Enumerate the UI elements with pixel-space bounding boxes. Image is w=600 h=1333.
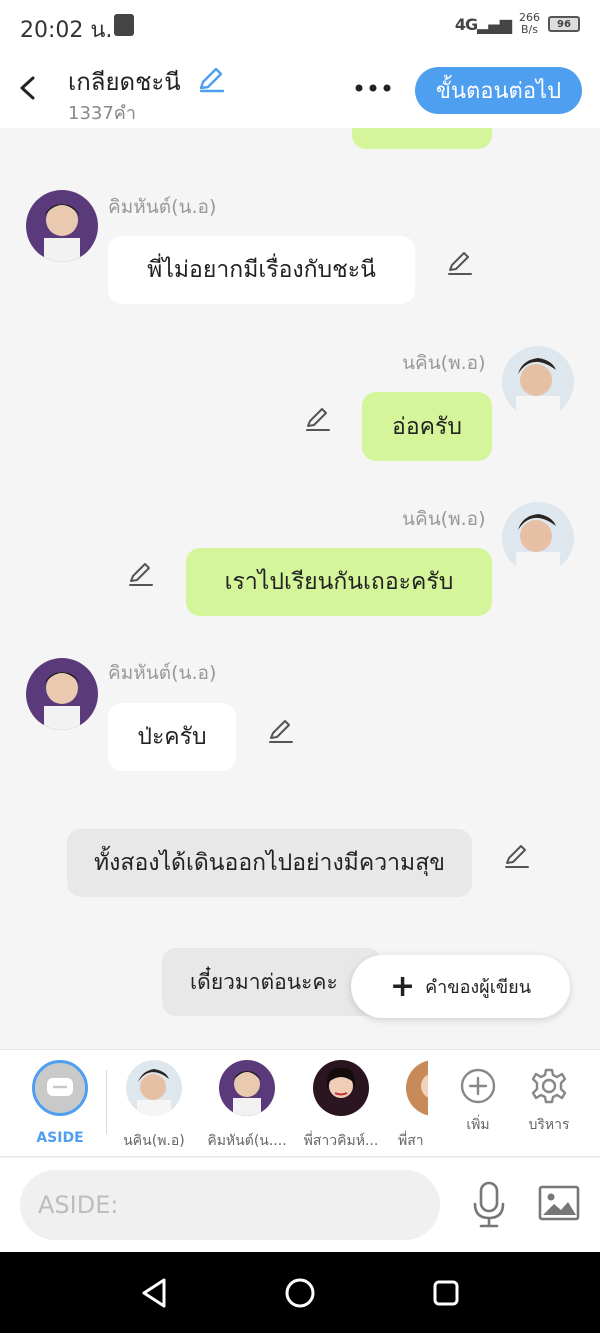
character-label: คิมหันต์(น.... — [207, 1133, 287, 1149]
status-right: 4G▂▄▆ 266 B/s 96 — [455, 12, 580, 36]
author-note-label: คำของผู้เขียน — [425, 977, 532, 998]
avatar-nakin[interactable] — [502, 346, 574, 418]
divider — [106, 1070, 107, 1134]
gear-icon — [531, 1068, 567, 1104]
manage-button[interactable]: บริหาร — [524, 1060, 574, 1136]
pencil-icon[interactable] — [502, 841, 532, 871]
previous-message-bubble[interactable] — [352, 128, 492, 149]
system-nav-bar — [0, 1252, 600, 1333]
pencil-icon[interactable] — [126, 559, 156, 589]
sender-name: คิมหันต์(น.อ) — [108, 196, 217, 218]
microphone-icon[interactable] — [470, 1180, 508, 1230]
character-label: นคิน(พ.อ) — [123, 1133, 185, 1149]
signal-indicator: 4G▂▄▆ — [454, 14, 512, 34]
sender-name: นคิน(พ.อ) — [402, 352, 486, 374]
word-count: 1337คำ — [68, 103, 136, 124]
avatar-kimhan[interactable] — [26, 658, 98, 730]
more-dots-icon[interactable] — [352, 78, 396, 98]
story-title: เกลียดชะนี — [68, 68, 181, 96]
status-time: 20:02 น. — [20, 18, 113, 43]
pencil-icon[interactable] — [303, 404, 333, 434]
pencil-icon[interactable] — [266, 716, 296, 746]
network-speed: 266 B/s — [519, 11, 540, 36]
plus-icon: + — [389, 968, 416, 1004]
character-bar: ASIDE นคิน(พ.อ) คิมหันต์(น.... พี่สาวคิม… — [0, 1049, 600, 1157]
add-label: เพิ่ม — [466, 1117, 490, 1133]
nav-home-icon[interactable] — [284, 1277, 316, 1309]
sender-name: คิมหันต์(น.อ) — [108, 662, 217, 684]
pencil-icon[interactable] — [196, 64, 226, 94]
aside-label: ASIDE — [36, 1130, 84, 1146]
add-circle-icon — [460, 1068, 496, 1104]
battery-indicator: 96 — [548, 16, 580, 32]
message-bubble[interactable]: ป่ะครับ — [108, 703, 236, 771]
sender-name: นคิน(พ.อ) — [402, 508, 486, 530]
avatar-nakin[interactable] — [502, 502, 574, 574]
character-label: พี่สา — [398, 1133, 424, 1149]
back-arrow-icon[interactable] — [14, 70, 42, 106]
character-item-sister[interactable]: พี่สาวคิมห์... — [296, 1060, 386, 1152]
character-label: พี่สาวคิมห์... — [303, 1133, 379, 1149]
narration-bubble[interactable]: เดี๋ยวมาต่อนะคะ — [162, 948, 382, 1016]
author-note-button[interactable]: + คำของผู้เขียน — [351, 955, 570, 1018]
character-item-sister2[interactable]: พี่สา — [398, 1060, 428, 1152]
chat-area[interactable]: คิมหันต์(น.อ) พี่ไม่อยากมีเรื่องกับชะนี … — [0, 128, 600, 1049]
avatar — [313, 1060, 369, 1116]
nav-recent-icon[interactable] — [432, 1279, 460, 1307]
message-bubble[interactable]: พี่ไม่อยากมีเรื่องกับชะนี — [108, 236, 415, 304]
message-input[interactable] — [20, 1170, 440, 1240]
app-notification-icon — [114, 14, 134, 36]
manage-label: บริหาร — [528, 1117, 570, 1133]
narration-bubble[interactable]: ทั้งสองได้เดินออกไปอย่างมีความสุข — [67, 829, 472, 897]
aside-button[interactable]: ASIDE — [30, 1060, 90, 1146]
status-bar: 20:02 น. 4G▂▄▆ 266 B/s 96 — [0, 0, 600, 52]
character-item-kimhan[interactable]: คิมหันต์(น.... — [206, 1060, 288, 1152]
top-header: เกลียดชะนี 1337คำ ขั้นตอนต่อไป — [0, 52, 600, 128]
avatar — [126, 1060, 182, 1116]
image-icon[interactable] — [538, 1184, 580, 1222]
avatar-kimhan[interactable] — [26, 190, 98, 262]
message-bubble[interactable]: อ่อครับ — [362, 392, 492, 461]
input-bar — [0, 1158, 600, 1252]
pencil-icon[interactable] — [445, 248, 475, 278]
avatar — [219, 1060, 275, 1116]
add-character-button[interactable]: เพิ่ม — [456, 1060, 500, 1136]
nav-back-icon[interactable] — [138, 1276, 170, 1310]
message-bubble[interactable]: เราไปเรียนกันเถอะครับ — [186, 548, 492, 616]
character-item-nakin[interactable]: นคิน(พ.อ) — [118, 1060, 190, 1152]
next-step-button[interactable]: ขั้นตอนต่อไป — [415, 67, 582, 114]
avatar — [406, 1060, 428, 1116]
aside-icon — [32, 1060, 88, 1116]
